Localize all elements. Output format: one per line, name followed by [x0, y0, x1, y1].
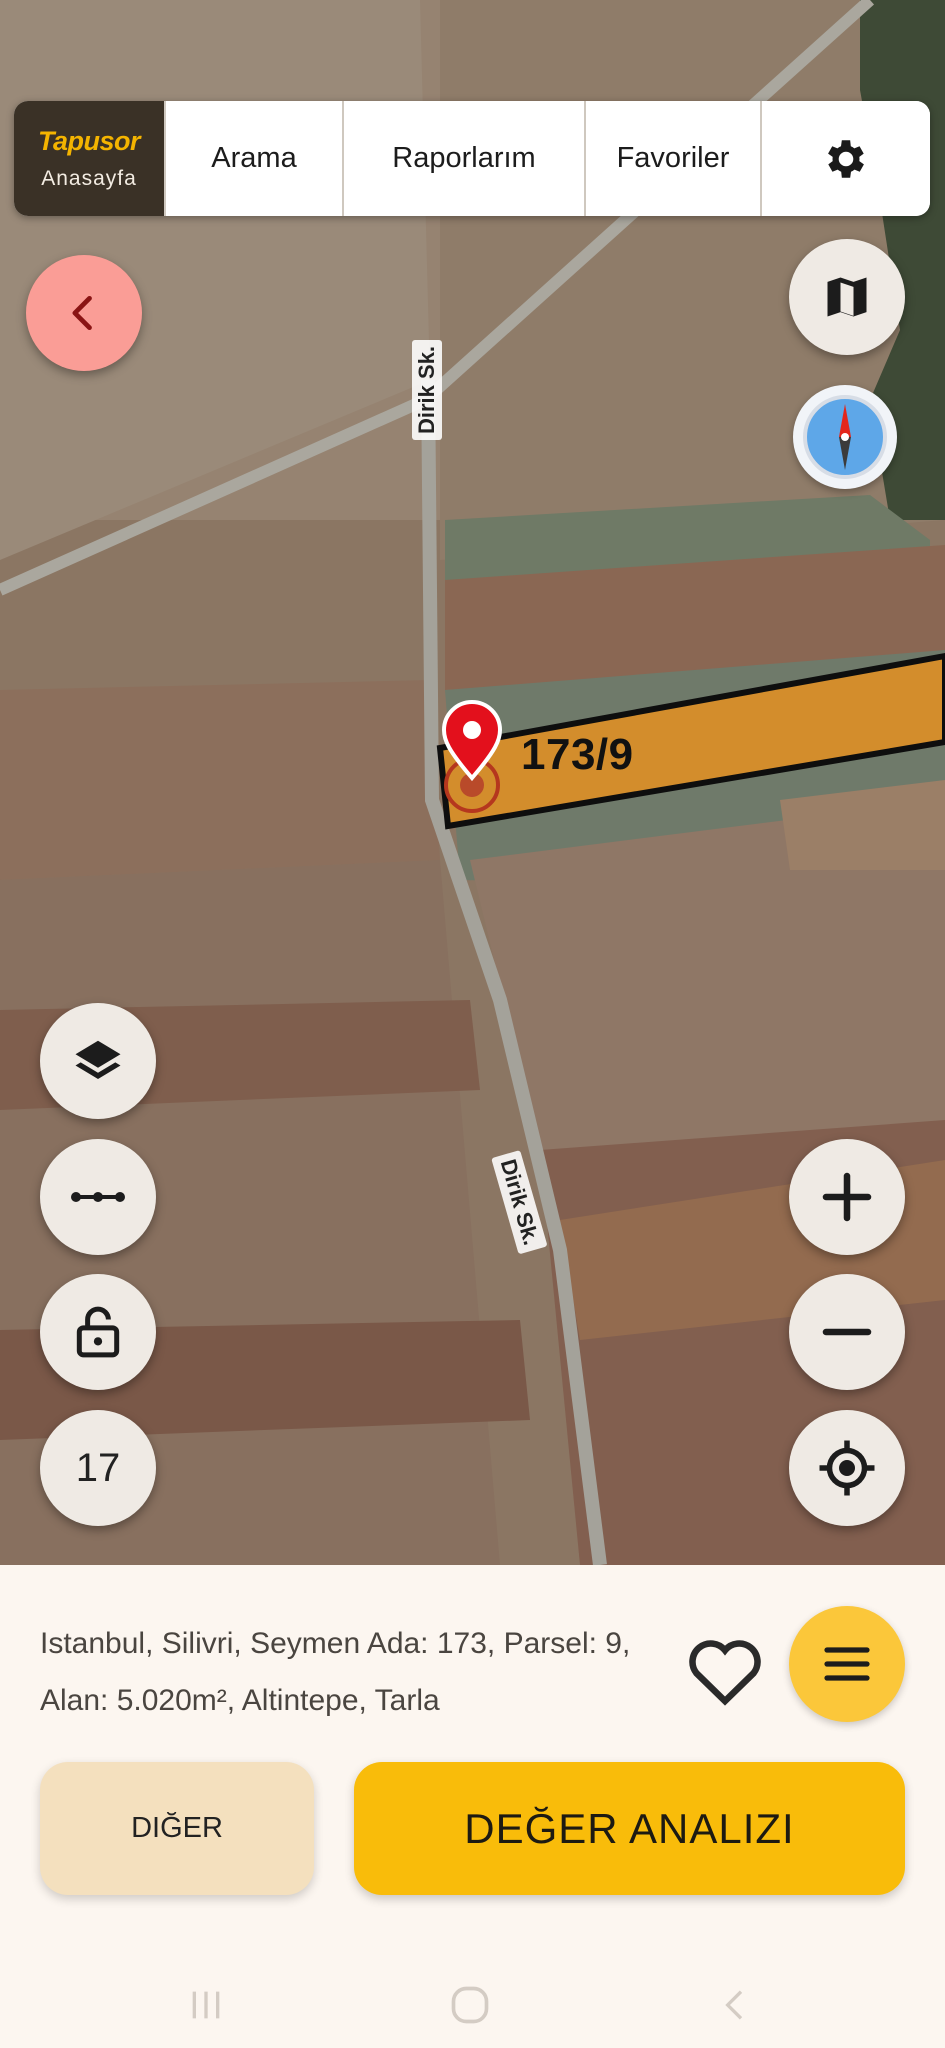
favorite-button[interactable] — [680, 1625, 770, 1715]
measure-button[interactable] — [40, 1139, 156, 1255]
zoom-out-button[interactable] — [789, 1274, 905, 1390]
brand-logo: Tapusor — [37, 126, 141, 156]
plus-icon — [822, 1172, 872, 1222]
zoom-level-indicator: 17 — [40, 1410, 156, 1526]
home-circle-icon — [451, 1986, 489, 2024]
nav-search[interactable]: Arama — [164, 101, 342, 216]
lock-button[interactable] — [40, 1274, 156, 1390]
home-label: Anasayfa — [41, 167, 137, 190]
ruler-icon — [71, 1192, 125, 1202]
back-button[interactable] — [26, 255, 142, 371]
minus-icon — [822, 1328, 872, 1336]
settings-button[interactable] — [760, 101, 930, 216]
my-location-button[interactable] — [789, 1410, 905, 1526]
gear-icon — [828, 139, 864, 178]
value-analysis-button[interactable]: DEĞER ANALIZI — [354, 1762, 905, 1895]
map-icon — [827, 277, 867, 317]
heart-icon — [689, 1640, 761, 1706]
compass-button[interactable] — [793, 385, 897, 489]
map-view[interactable]: 173/9 Dirik Sk. Dirik Sk. Tapusor Anasay… — [0, 0, 945, 1565]
system-navigation-bar — [0, 1955, 945, 2048]
parcel-info-panel: Istanbul, Silivri, Seymen Ada: 173, Pars… — [0, 1565, 945, 2048]
map-type-button[interactable] — [789, 239, 905, 355]
home-system-button[interactable] — [440, 1975, 500, 2035]
recent-apps-button[interactable] — [176, 1975, 236, 2035]
nav-reports[interactable]: Raporlarım — [342, 101, 584, 216]
home-button[interactable]: Tapusor Anasayfa — [14, 101, 164, 216]
compass-icon — [803, 395, 887, 479]
zoom-level-value: 17 — [75, 1445, 121, 1490]
back-arrow-icon — [725, 1990, 743, 2020]
chevron-left-icon — [72, 295, 92, 331]
crosshair-icon — [819, 1440, 875, 1496]
parcel-address: Istanbul, Silivri, Seymen Ada: 173, Pars… — [40, 1627, 631, 1717]
street-label: Dirik Sk. — [412, 339, 442, 440]
parcel-label: 173/9 — [521, 730, 634, 779]
zoom-in-button[interactable] — [789, 1139, 905, 1255]
top-navigation: Tapusor Anasayfa Arama Raporlarım Favori… — [14, 101, 930, 216]
unlock-icon — [76, 1306, 120, 1358]
layers-icon — [75, 1040, 121, 1079]
menu-button[interactable] — [789, 1606, 905, 1722]
nav-favorites[interactable]: Favoriler — [584, 101, 760, 216]
system-back-button[interactable] — [706, 1975, 766, 2035]
recent-apps-icon — [192, 1991, 220, 2019]
layers-button[interactable] — [40, 1003, 156, 1119]
other-button[interactable]: DIĞER — [40, 1762, 314, 1895]
hamburger-icon — [824, 1647, 870, 1681]
